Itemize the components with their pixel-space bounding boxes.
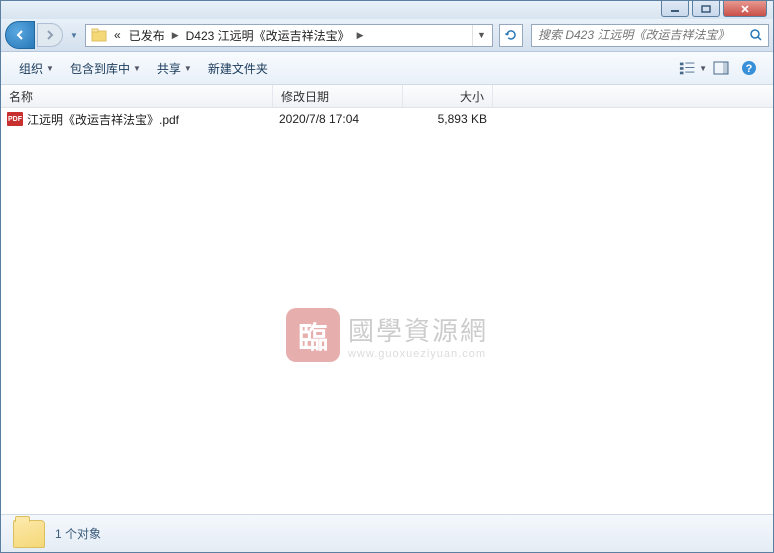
- column-header-size[interactable]: 大小: [403, 85, 493, 107]
- watermark: 臨 國學資源網 www.guoxueziyuan.com: [286, 308, 488, 362]
- column-header-name[interactable]: 名称: [1, 85, 273, 107]
- window-titlebar: [1, 1, 773, 19]
- view-options-button[interactable]: ▼: [679, 56, 707, 80]
- minimize-button[interactable]: [661, 1, 689, 17]
- status-bar: 1 个对象: [1, 514, 773, 552]
- help-button[interactable]: ?: [735, 56, 763, 80]
- breadcrumb-item[interactable]: D423 江远明《改运吉祥法宝》: [182, 25, 354, 46]
- organize-button[interactable]: 组织 ▼: [11, 56, 62, 81]
- folder-icon: [90, 26, 108, 44]
- watermark-url: www.guoxueziyuan.com: [348, 348, 488, 360]
- chevron-down-icon: ▼: [184, 64, 192, 73]
- list-item[interactable]: PDF 江远明《改运吉祥法宝》.pdf 2020/7/8 17:04 5,893…: [1, 108, 773, 130]
- file-list[interactable]: PDF 江远明《改运吉祥法宝》.pdf 2020/7/8 17:04 5,893…: [1, 108, 773, 514]
- close-button[interactable]: [723, 1, 767, 17]
- refresh-button[interactable]: [499, 24, 523, 47]
- file-size: 5,893 KB: [403, 112, 493, 126]
- include-library-button[interactable]: 包含到库中 ▼: [62, 56, 149, 81]
- chevron-right-icon[interactable]: ▶: [169, 30, 182, 41]
- chevron-down-icon: ▼: [699, 64, 707, 73]
- back-button[interactable]: [5, 21, 35, 49]
- watermark-title: 國學資源網: [348, 311, 488, 348]
- preview-pane-button[interactable]: [707, 56, 735, 80]
- search-box: [531, 24, 769, 47]
- chevron-right-icon[interactable]: ▶: [354, 30, 367, 41]
- share-button[interactable]: 共享 ▼: [149, 56, 200, 81]
- pdf-icon: PDF: [7, 112, 23, 126]
- breadcrumb-chevrons[interactable]: «: [110, 25, 125, 46]
- new-folder-button[interactable]: 新建文件夹: [200, 56, 276, 81]
- file-name: 江远明《改运吉祥法宝》.pdf: [27, 111, 179, 128]
- forward-button[interactable]: [37, 23, 63, 47]
- column-header-modified[interactable]: 修改日期: [273, 85, 403, 107]
- watermark-icon: 臨: [286, 308, 340, 362]
- search-icon[interactable]: [744, 25, 768, 46]
- folder-icon: [13, 520, 45, 548]
- file-modified: 2020/7/8 17:04: [273, 112, 403, 126]
- svg-text:?: ?: [746, 63, 753, 75]
- address-dropdown-icon[interactable]: ▼: [472, 25, 490, 46]
- chevron-down-icon: ▼: [46, 64, 54, 73]
- address-bar[interactable]: « 已发布 ▶ D423 江远明《改运吉祥法宝》 ▶ ▼: [85, 24, 493, 47]
- breadcrumb-item[interactable]: 已发布: [125, 25, 169, 46]
- maximize-button[interactable]: [692, 1, 720, 17]
- status-text: 1 个对象: [55, 525, 101, 542]
- toolbar: 组织 ▼ 包含到库中 ▼ 共享 ▼ 新建文件夹 ▼ ?: [1, 52, 773, 85]
- history-dropdown-icon[interactable]: ▼: [67, 23, 81, 47]
- navigation-bar: ▼ « 已发布 ▶ D423 江远明《改运吉祥法宝》 ▶ ▼: [1, 19, 773, 52]
- search-input[interactable]: [532, 28, 744, 42]
- column-headers: 名称 修改日期 大小: [1, 85, 773, 108]
- chevron-down-icon: ▼: [133, 64, 141, 73]
